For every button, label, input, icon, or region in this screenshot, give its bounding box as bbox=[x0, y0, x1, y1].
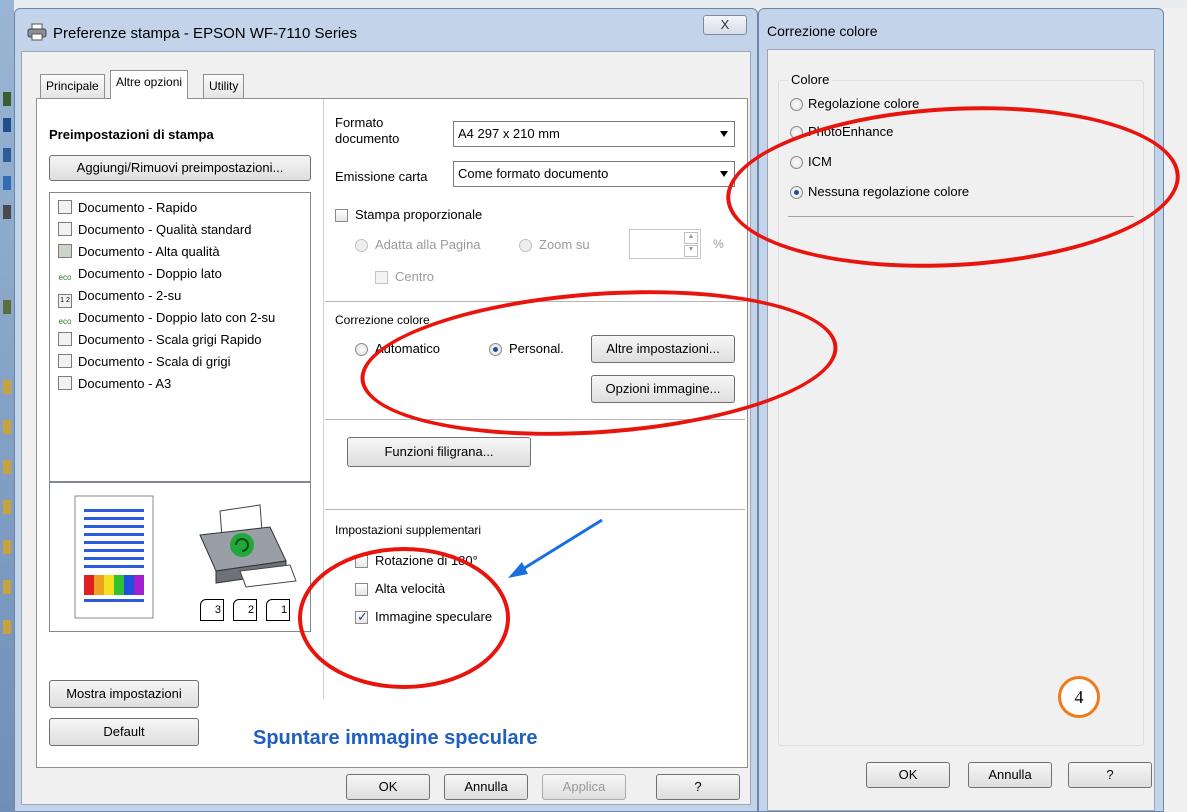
list-item[interactable]: eco Documento - Doppio lato bbox=[58, 263, 222, 285]
show-settings-button[interactable]: Mostra impostazioni bbox=[49, 680, 199, 708]
tab-principale[interactable]: Principale bbox=[40, 74, 105, 98]
color-group-label: Colore bbox=[788, 72, 833, 87]
eco-icon: eco bbox=[58, 317, 72, 326]
presets-heading: Preimpostazioni di stampa bbox=[49, 127, 214, 142]
desktop-icon bbox=[3, 300, 11, 314]
fit-page-label: Adatta alla Pagina bbox=[375, 237, 481, 252]
desktop-icon bbox=[3, 620, 11, 634]
document-icon bbox=[58, 354, 72, 368]
photo-document-icon bbox=[58, 244, 72, 258]
window-title: Correzione colore bbox=[767, 23, 878, 39]
desktop-icon bbox=[3, 148, 11, 162]
desktop-icon bbox=[3, 460, 11, 474]
zoom-label: Zoom su bbox=[539, 237, 590, 252]
chevron-down-icon bbox=[720, 171, 728, 177]
window-title: Preferenze stampa - EPSON WF-7110 Series bbox=[53, 25, 357, 42]
print-preview-panel: 3 2 1 bbox=[49, 482, 311, 632]
color-adjust-label: Regolazione colore bbox=[808, 96, 920, 111]
help-button[interactable]: ? bbox=[656, 774, 740, 800]
center-label: Centro bbox=[395, 269, 435, 284]
format-select[interactable]: A4 297 x 210 mm bbox=[453, 121, 735, 147]
cancel-button[interactable]: Annulla bbox=[968, 762, 1052, 788]
paper-output-select[interactable]: Come formato documento bbox=[453, 161, 735, 187]
divider bbox=[325, 509, 745, 510]
cancel-button[interactable]: Annulla bbox=[444, 774, 528, 800]
presets-list: Documento - Rapido Documento - Qualità s… bbox=[49, 192, 311, 482]
desktop-icon bbox=[3, 118, 11, 132]
desktop-icon bbox=[3, 540, 11, 554]
document-icon bbox=[58, 200, 72, 214]
chevron-down-icon bbox=[720, 131, 728, 137]
extra-settings-label: Impostazioni supplementari bbox=[335, 523, 482, 537]
tab-altre-opzioni[interactable]: Altre opzioni bbox=[110, 70, 189, 99]
desktop-icon bbox=[3, 92, 11, 106]
printer-icon bbox=[27, 23, 47, 41]
desktop-icon bbox=[3, 205, 11, 219]
desktop-icon bbox=[3, 500, 11, 514]
list-item[interactable]: 1 2 Documento - 2-su bbox=[58, 285, 181, 308]
chevron-down-icon[interactable]: ▼ bbox=[684, 245, 698, 257]
center-checkbox[interactable] bbox=[375, 271, 388, 284]
fit-page-radio[interactable] bbox=[355, 239, 368, 252]
instruction-text: Spuntare immagine speculare bbox=[253, 727, 538, 749]
automatic-radio[interactable] bbox=[355, 343, 368, 356]
help-button[interactable]: ? bbox=[1068, 762, 1152, 788]
list-item[interactable]: Documento - Alta qualità bbox=[58, 241, 220, 263]
desktop-background-strip bbox=[0, 0, 14, 812]
eco-icon: eco bbox=[58, 273, 72, 282]
desktop-icon bbox=[3, 380, 11, 394]
chevron-up-icon[interactable]: ▲ bbox=[684, 232, 698, 244]
desktop-icon bbox=[3, 580, 11, 594]
step-number-badge: 4 bbox=[1058, 676, 1100, 718]
default-button[interactable]: Default bbox=[49, 718, 199, 746]
zoom-unit: % bbox=[713, 237, 724, 251]
list-item[interactable]: eco Documento - Doppio lato con 2-su bbox=[58, 307, 276, 329]
collate-icon: 3 2 1 bbox=[200, 599, 291, 621]
color-adjust-radio[interactable] bbox=[790, 98, 803, 111]
list-item[interactable]: Documento - Scala grigi Rapido bbox=[58, 329, 262, 351]
list-item[interactable]: Documento - Qualità standard bbox=[58, 219, 251, 241]
paper-output-label: Emissione carta bbox=[335, 169, 428, 184]
document-icon bbox=[58, 332, 72, 346]
add-remove-presets-button[interactable]: Aggiungi/Rimuovi preimpostazioni... bbox=[49, 155, 311, 181]
proportional-label: Stampa proporzionale bbox=[355, 207, 483, 222]
desktop-background bbox=[0, 0, 1187, 8]
list-item[interactable]: Documento - Rapido bbox=[58, 197, 197, 219]
document-icon bbox=[58, 222, 72, 236]
close-button[interactable]: X bbox=[703, 15, 747, 35]
zoom-radio[interactable] bbox=[519, 239, 532, 252]
ok-button[interactable]: OK bbox=[346, 774, 430, 800]
desktop-icon bbox=[3, 176, 11, 190]
color-correction-label: Correzione colore bbox=[335, 313, 430, 327]
apply-button[interactable]: Applica bbox=[542, 774, 626, 800]
desktop-icon bbox=[3, 420, 11, 434]
list-item[interactable]: Documento - Scala di grigi bbox=[58, 351, 230, 373]
list-item[interactable]: Documento - A3 bbox=[58, 373, 171, 395]
document-icon bbox=[58, 376, 72, 390]
watermark-button[interactable]: Funzioni filigrana... bbox=[347, 437, 531, 467]
zoom-stepper[interactable]: ▲ ▼ bbox=[629, 229, 701, 259]
tab-utility[interactable]: Utility bbox=[203, 74, 245, 98]
format-label: Formato documento bbox=[335, 115, 400, 146]
proportional-checkbox[interactable] bbox=[335, 209, 348, 222]
page-preview-icon bbox=[74, 495, 154, 619]
two-up-icon: 1 2 bbox=[58, 294, 72, 308]
annotation-arrow-icon bbox=[508, 518, 603, 578]
annotation-ellipse bbox=[298, 547, 510, 689]
ok-button[interactable]: OK bbox=[866, 762, 950, 788]
printer-rotate-icon bbox=[199, 504, 297, 588]
